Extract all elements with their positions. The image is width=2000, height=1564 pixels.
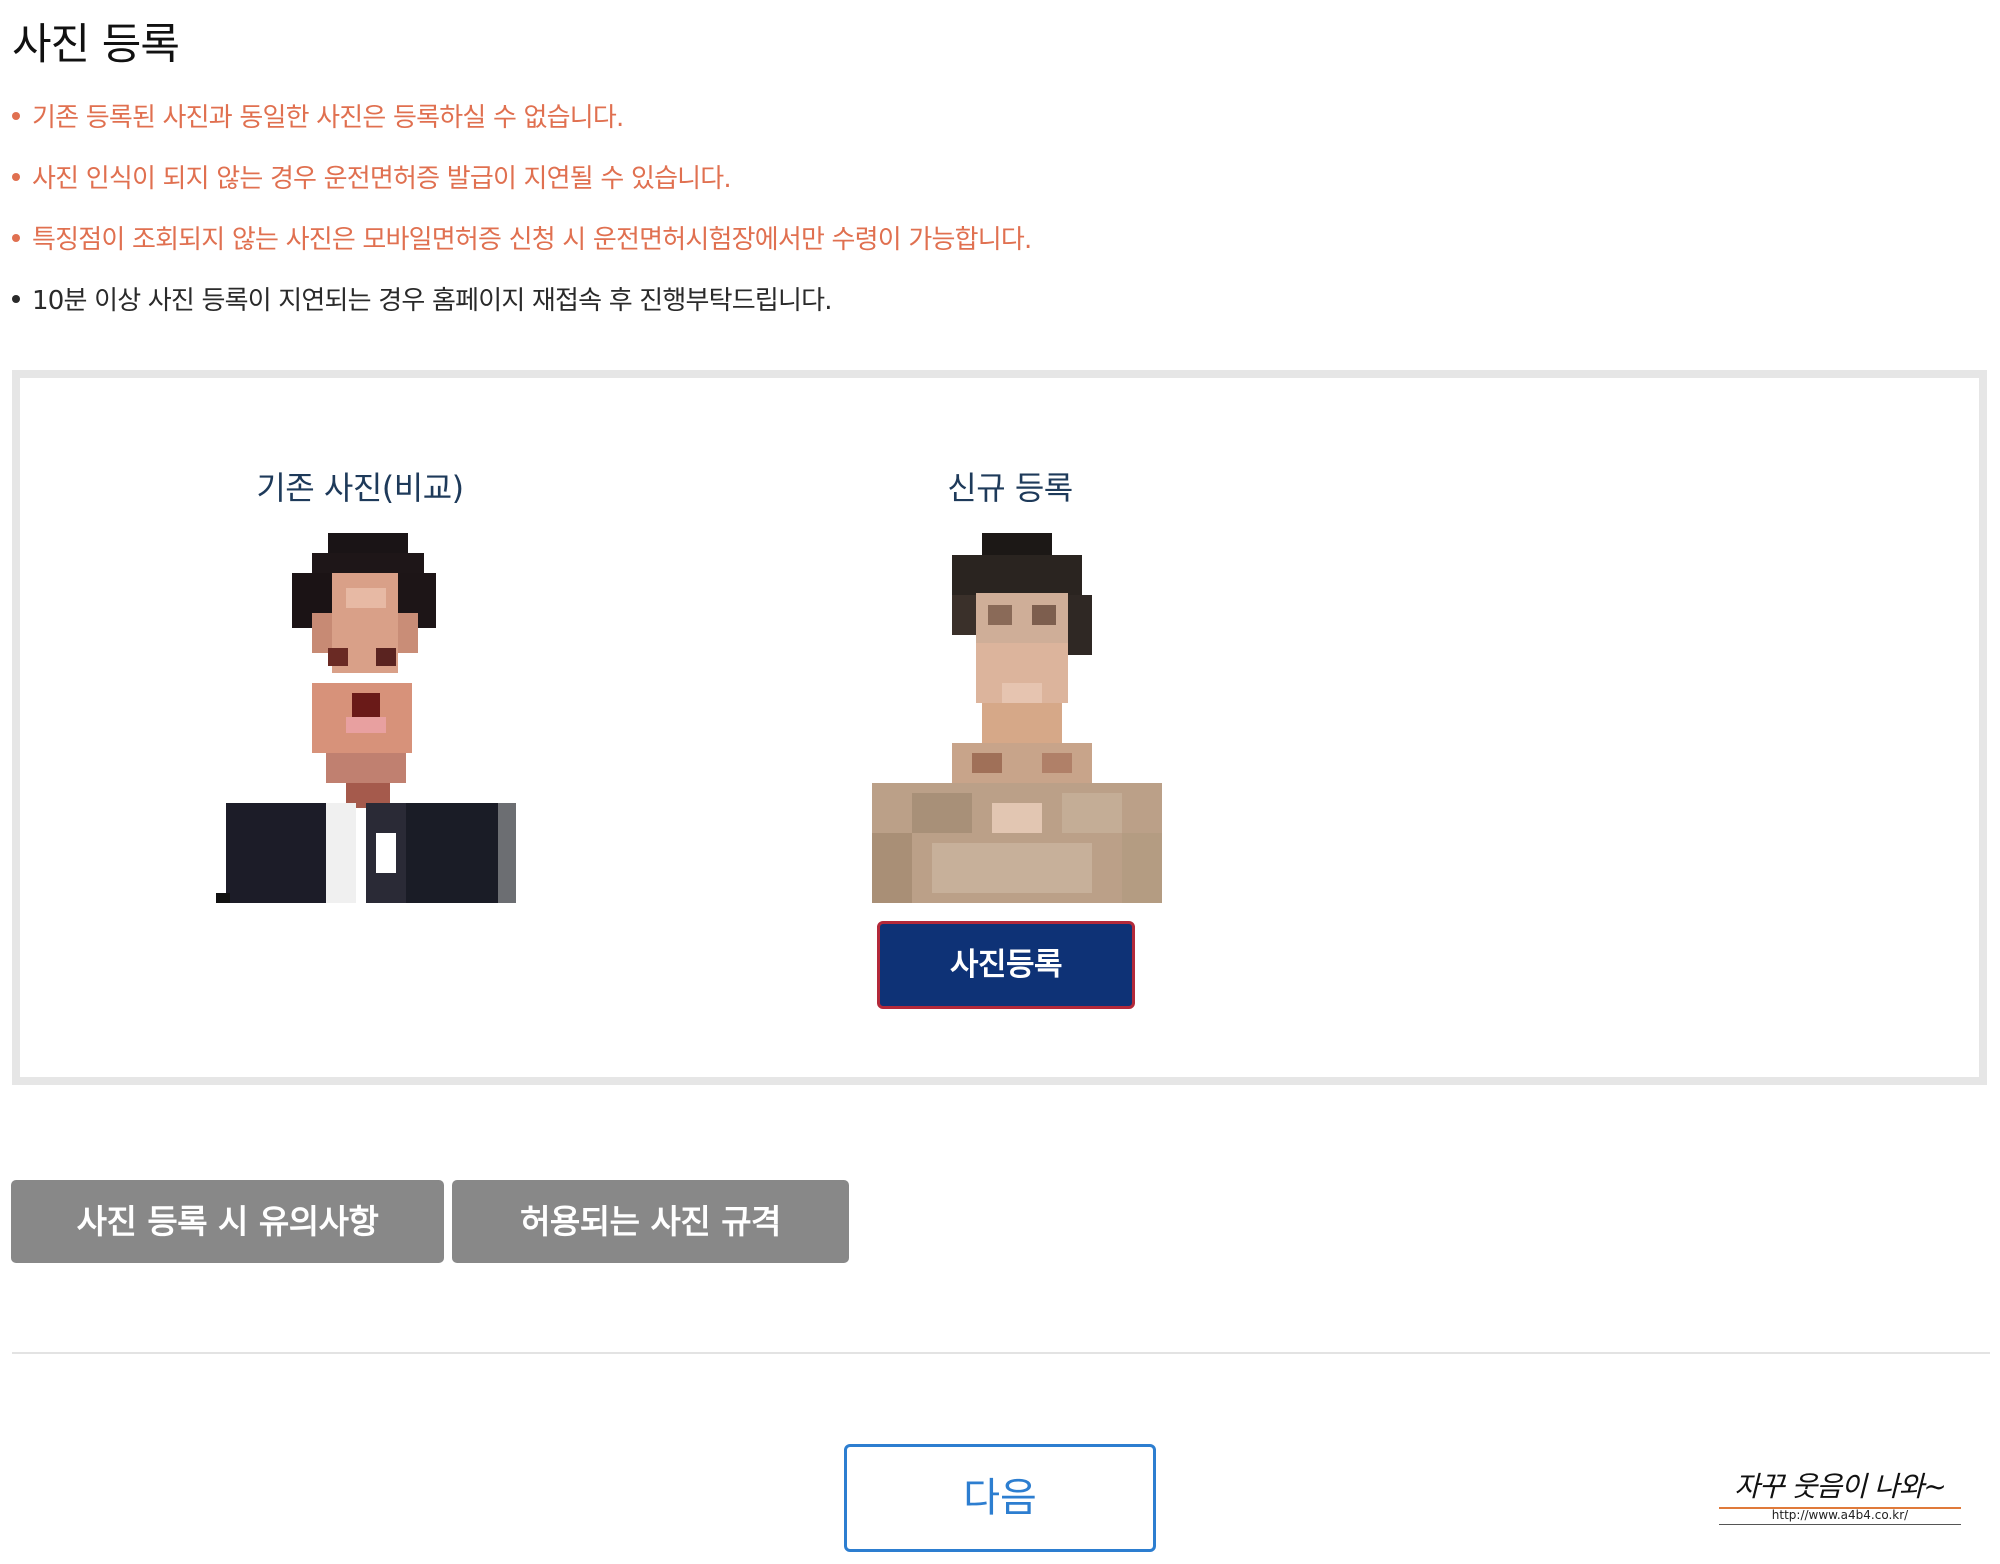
photo-spec-button[interactable]: 허용되는 사진 규격 — [452, 1180, 849, 1263]
divider — [12, 1352, 1990, 1354]
notice-text: 사진 인식이 되지 않는 경우 운전면허증 발급이 지연될 수 있습니다. — [32, 164, 732, 194]
bullet-icon — [12, 172, 20, 181]
register-photo-button[interactable]: 사진등록 — [877, 921, 1135, 1009]
new-photo — [872, 533, 1162, 903]
page-title: 사진 등록 — [12, 20, 180, 70]
existing-photo — [216, 533, 516, 903]
photo-panel: 기존 사진(비교) 신규 등록 사진등록 — [12, 370, 1987, 1085]
bullet-icon — [12, 233, 20, 242]
photo-caution-button[interactable]: 사진 등록 시 유의사항 — [11, 1180, 444, 1263]
watermark: 자꾸 웃음이 나와~ http://www.a4b4.co.kr/ — [1715, 1465, 1965, 1525]
next-button[interactable]: 다음 — [844, 1444, 1156, 1552]
notice-list: 기존 등록된 사진과 동일한 사진은 등록하실 수 없습니다. 사진 인식이 되… — [12, 88, 1032, 332]
bullet-icon — [12, 111, 20, 120]
new-photo-title: 신규 등록 — [947, 469, 1073, 507]
notice-text: 10분 이상 사진 등록이 지연되는 경우 홈페이지 재접속 후 진행부탁드립니… — [32, 286, 833, 316]
watermark-bottom-line — [1719, 1524, 1961, 1525]
notice-item: 10분 이상 사진 등록이 지연되는 경우 홈페이지 재접속 후 진행부탁드립니… — [12, 271, 1031, 332]
existing-photo-title: 기존 사진(비교) — [256, 469, 464, 507]
notice-item: 특징점이 조회되지 않는 사진은 모바일면허증 신청 시 운전면허시험장에서만 … — [12, 210, 1032, 271]
notice-item: 사진 인식이 되지 않는 경우 운전면허증 발급이 지연될 수 있습니다. — [12, 149, 1031, 210]
notice-text: 특징점이 조회되지 않는 사진은 모바일면허증 신청 시 운전면허시험장에서만 … — [32, 225, 1032, 255]
notice-item: 기존 등록된 사진과 동일한 사진은 등록하실 수 없습니다. — [12, 88, 1031, 149]
watermark-text: 자꾸 웃음이 나와~ — [1734, 1470, 1947, 1503]
bullet-icon — [12, 294, 20, 303]
notice-text: 기존 등록된 사진과 동일한 사진은 등록하실 수 없습니다. — [32, 103, 624, 133]
watermark-url: http://www.a4b4.co.kr/ — [1771, 1508, 1909, 1522]
